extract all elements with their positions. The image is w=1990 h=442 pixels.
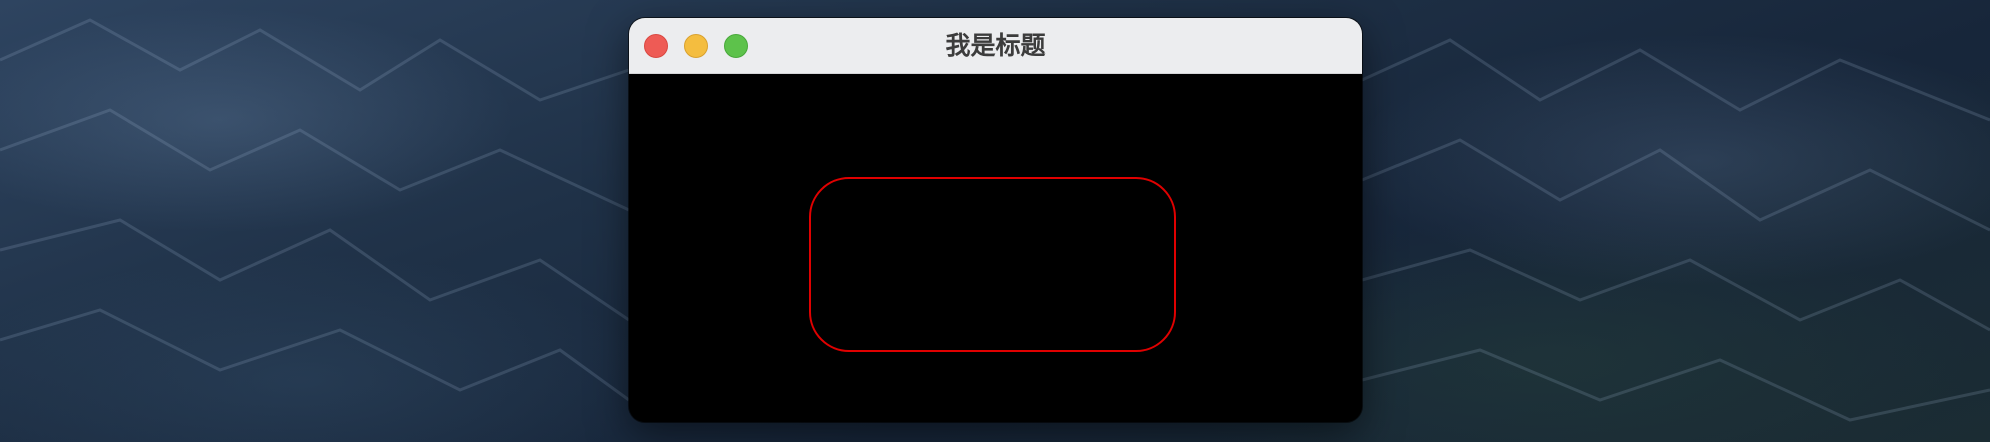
- window-title: 我是标题: [945, 31, 1046, 60]
- drawing-canvas[interactable]: [629, 74, 1362, 422]
- title-bar[interactable]: 我是标题: [629, 18, 1362, 74]
- rounded-rectangle-shape: [809, 177, 1176, 352]
- app-window: 我是标题: [629, 18, 1362, 422]
